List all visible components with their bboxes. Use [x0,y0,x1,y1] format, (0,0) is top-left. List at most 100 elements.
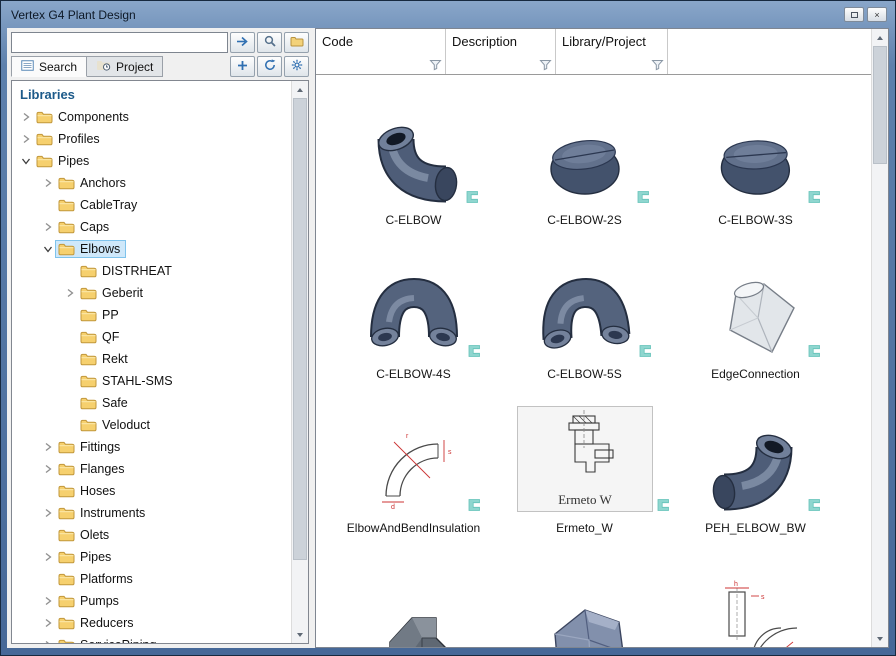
filter-icon[interactable] [429,59,442,71]
tree-item[interactable]: Safe [12,392,291,414]
part-item[interactable] [499,539,670,647]
filter-icon[interactable] [539,59,552,71]
tree-item[interactable]: Hoses [12,480,291,502]
tree-item[interactable]: QF [12,326,291,348]
part-thumbnail [535,274,635,358]
part-item[interactable]: C-ELBOW-2S [499,77,670,231]
part-thumbnail: dsr [364,412,464,512]
part-item[interactable]: hsa [670,539,841,647]
chevron-right-icon[interactable] [18,134,33,144]
chevron-right-icon[interactable] [40,222,55,232]
folder-open-icon [290,35,304,50]
tree-item[interactable]: Components [12,106,291,128]
tree-item[interactable]: Instruments [12,502,291,524]
tree-item[interactable]: Platforms [12,568,291,590]
tree-item[interactable]: Reducers [12,612,291,634]
tree-item[interactable]: Geberit [12,282,291,304]
catalog-scrollbar[interactable] [871,29,888,647]
settings-button[interactable] [284,56,309,77]
folder-icon [58,177,75,190]
tab-project[interactable]: Project [86,56,163,77]
svg-text:Ermeto W: Ermeto W [558,492,612,507]
part-thumbnail [537,596,633,647]
part-thumbnail [708,120,804,204]
part-item[interactable] [328,539,499,647]
tree-item[interactable]: Olets [12,524,291,546]
chevron-right-icon[interactable] [40,618,55,628]
chevron-right-icon[interactable] [40,464,55,474]
tree-item[interactable]: Veloduct [12,414,291,436]
scroll-up-button[interactable] [872,29,888,46]
chevron-down-icon[interactable] [18,156,33,166]
tree-item[interactable]: Anchors [12,172,291,194]
scroll-down-button[interactable] [872,630,888,647]
chevron-down-icon[interactable] [40,244,55,254]
catalog-badge-icon [807,344,821,358]
tree-item[interactable]: STAHL-SMS [12,370,291,392]
tree-item[interactable]: Caps [12,216,291,238]
folder-icon [58,639,75,644]
svg-text:d: d [391,504,395,511]
tab-search[interactable]: Search [11,56,87,77]
restore-button[interactable] [844,7,864,22]
tab-label: Search [39,60,77,74]
tree-item[interactable]: Pipes [12,150,291,172]
catalog-scrollbar-thumb[interactable] [873,46,887,164]
search-button[interactable] [257,32,282,53]
folder-icon [80,397,97,410]
part-item[interactable]: EdgeConnection [670,231,841,385]
arrow-down-icon [877,637,883,641]
tree-item[interactable]: PP [12,304,291,326]
part-item[interactable]: C-ELBOW-4S [328,231,499,385]
column-header-library-project[interactable]: Library/Project [556,29,668,74]
tree-item[interactable]: Pipes [12,546,291,568]
open-library-button[interactable] [284,32,309,53]
catalog-grid-area: C-ELBOWC-ELBOW-2SC-ELBOW-3S C-ELBOW-4SC-E… [316,75,871,647]
scroll-down-button[interactable] [292,626,308,643]
folder-icon [58,485,75,498]
chevron-right-icon[interactable] [40,442,55,452]
column-header-filler [668,29,871,74]
part-item[interactable]: C-ELBOW-5S [499,231,670,385]
refresh-button[interactable] [257,56,282,77]
part-item[interactable]: C-ELBOW-3S [670,77,841,231]
chevron-right-icon[interactable] [40,596,55,606]
tree-item[interactable]: Profiles [12,128,291,150]
go-button[interactable] [230,32,255,53]
tree-scrollbar-thumb[interactable] [293,98,307,560]
column-header-code[interactable]: Code [316,29,446,74]
scroll-up-button[interactable] [292,81,308,98]
search-input[interactable] [11,32,228,53]
folder-icon [58,595,75,608]
close-button[interactable]: × [867,7,887,22]
title-bar[interactable]: Vertex G4 Plant Design × [1,1,895,28]
chevron-right-icon[interactable] [40,552,55,562]
part-item[interactable]: C-ELBOW [328,77,499,231]
chevron-right-icon[interactable] [40,640,55,643]
tree-item[interactable]: Rekt [12,348,291,370]
chevron-right-icon[interactable] [40,508,55,518]
filter-icon[interactable] [651,59,664,71]
folder-icon [58,551,75,564]
part-item[interactable]: dsrElbowAndBendInsulation [328,385,499,539]
tree-item[interactable]: Elbows [12,238,291,260]
list-icon [21,60,34,74]
tree-item[interactable]: Pumps [12,590,291,612]
chevron-right-icon[interactable] [18,112,33,122]
tree-item[interactable]: Flanges [12,458,291,480]
column-header-description[interactable]: Description [446,29,556,74]
tree-scrollbar[interactable] [291,81,308,643]
part-item[interactable]: Ermeto WErmeto_W [499,385,670,539]
add-button[interactable] [230,56,255,77]
part-item[interactable]: PEH_ELBOW_BW [670,385,841,539]
tree-item-label: DISTRHEAT [102,264,172,278]
tree-item[interactable]: DISTRHEAT [12,260,291,282]
chevron-right-icon[interactable] [40,178,55,188]
tree-item-label: STAHL-SMS [102,374,173,388]
tree-header: Libraries [12,81,291,106]
tree-item[interactable]: ServicePiping [12,634,291,643]
folder-icon [58,441,75,454]
tree-item[interactable]: Fittings [12,436,291,458]
tree-item[interactable]: CableTray [12,194,291,216]
chevron-right-icon[interactable] [62,288,77,298]
